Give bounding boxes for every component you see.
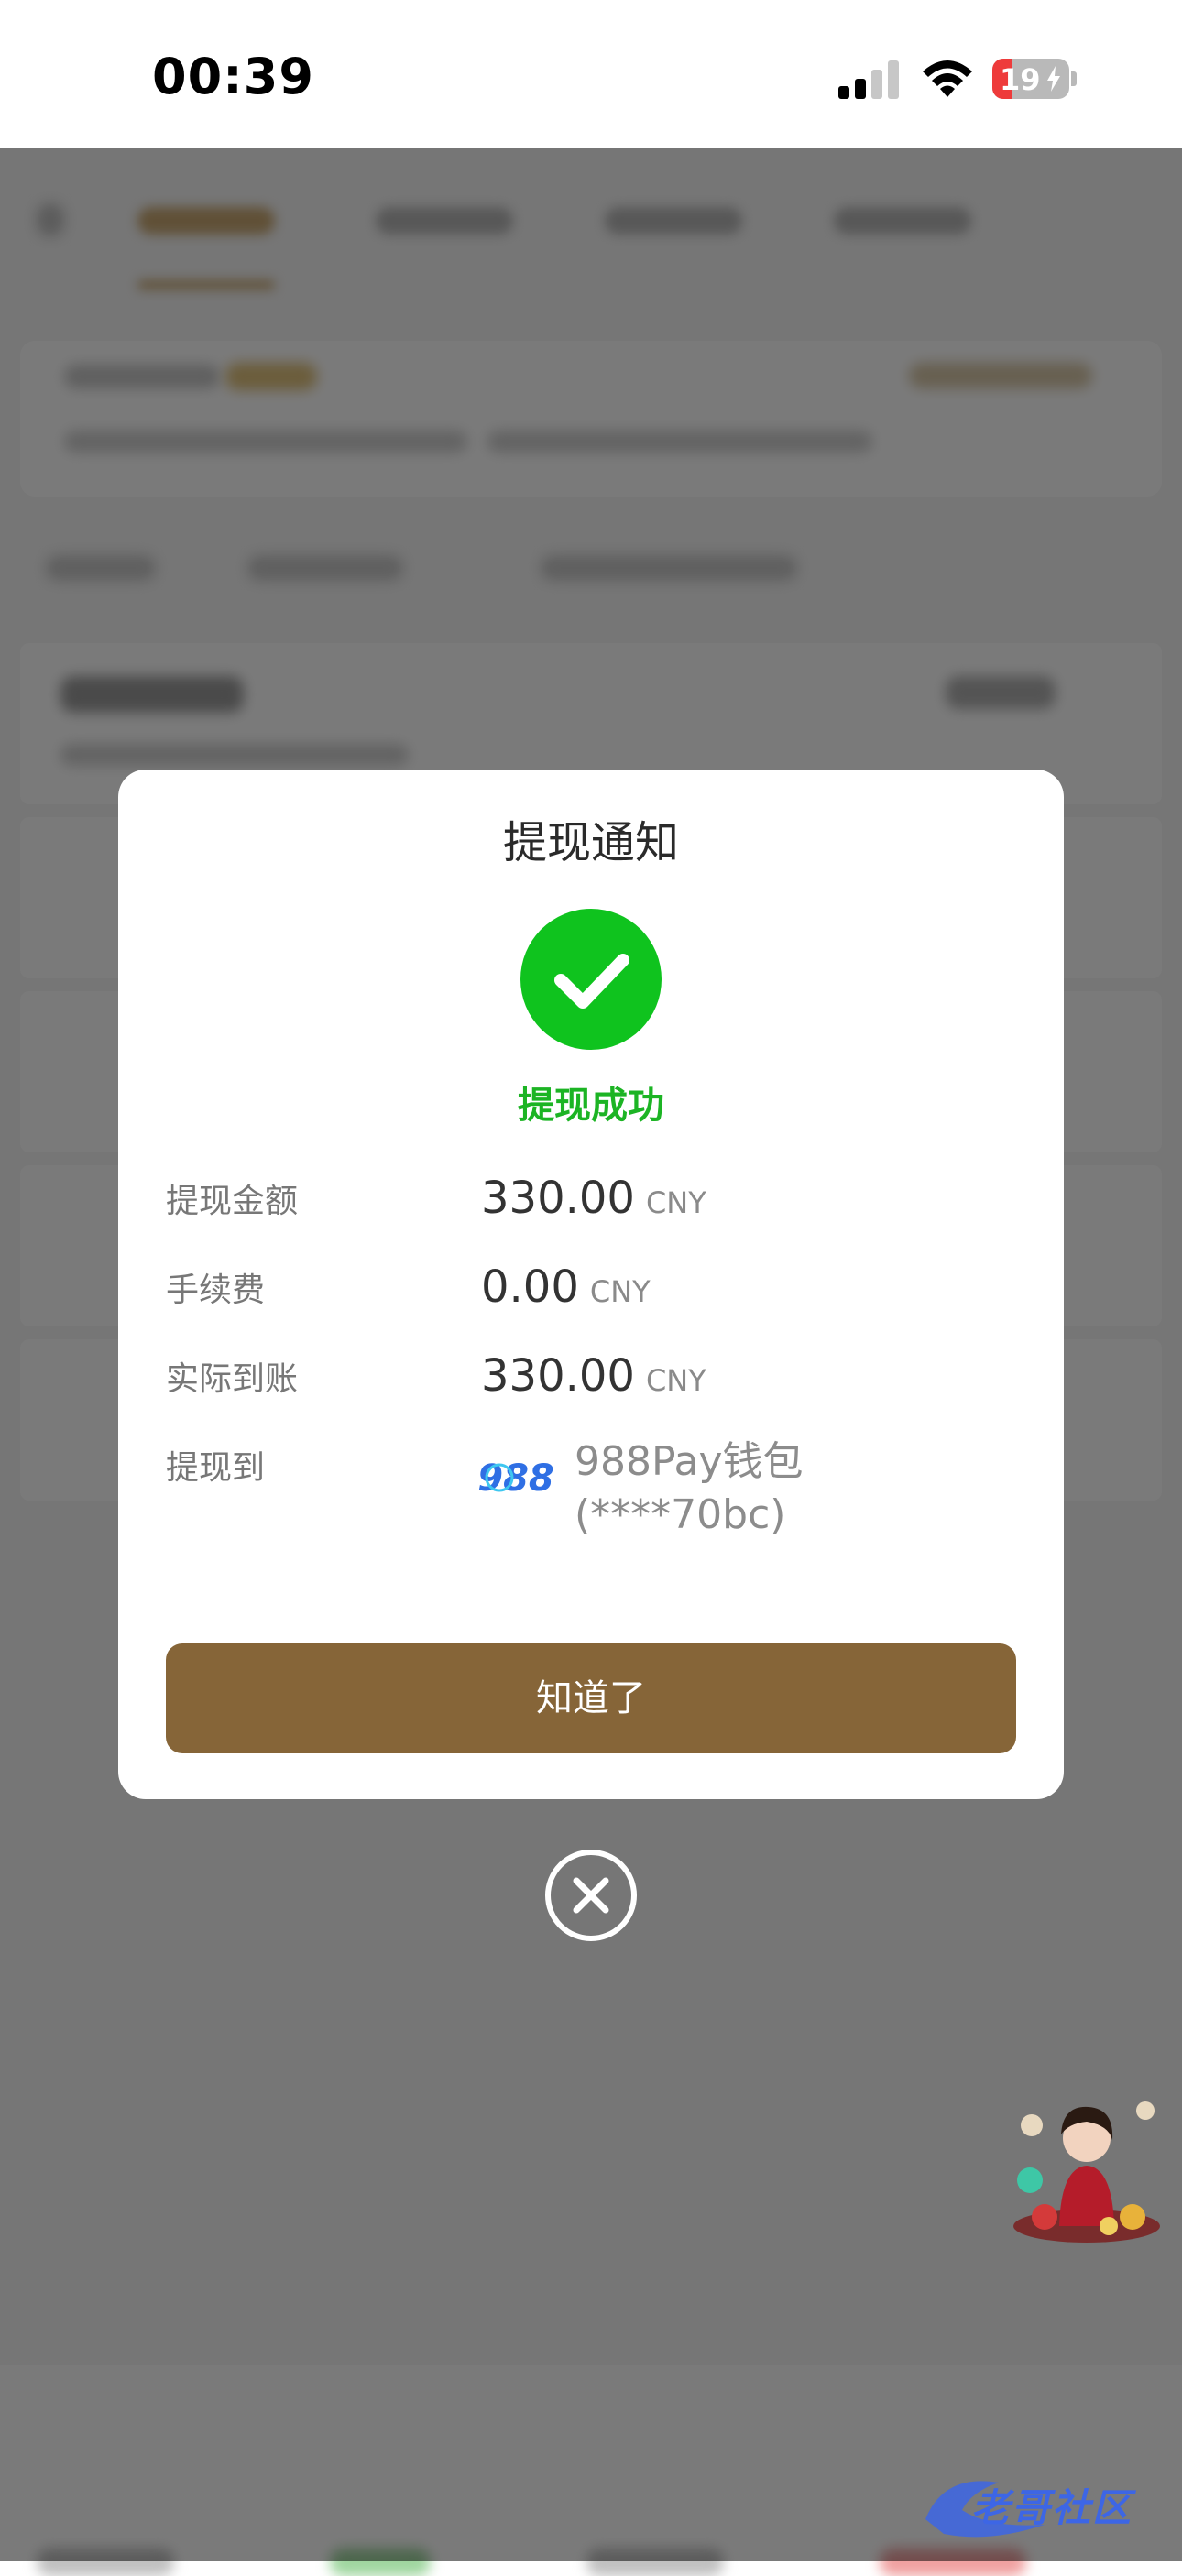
close-icon: [545, 1850, 637, 1941]
promo-floating-avatar[interactable]: [1008, 2089, 1166, 2246]
battery-icon: 19: [992, 59, 1077, 99]
actual-received-label: 实际到账: [166, 1360, 299, 1398]
status-time: 00:39: [152, 48, 314, 105]
dialog-title: 提现通知: [502, 817, 679, 868]
charging-bolt-icon: [1047, 66, 1060, 92]
wallet-account-masked: (****70bc): [575, 1491, 786, 1538]
actual-received-row: 实际到账 330.00 CNY: [166, 1350, 1018, 1425]
battery-level: 19: [1000, 62, 1041, 97]
wifi-icon: [923, 60, 972, 97]
got-it-button[interactable]: 知道了: [166, 1643, 1016, 1753]
close-dialog-button[interactable]: [544, 1849, 638, 1942]
actual-received-value: 330.00 CNY: [481, 1350, 706, 1402]
svg-text:988: 988: [479, 1457, 553, 1500]
withdrawal-amount-row: 提现金额 330.00 CNY: [166, 1173, 1018, 1248]
destination-row: 提现到 988 988Pay钱包 (****70bc): [166, 1438, 1018, 1578]
withdrawal-amount-value: 330.00 CNY: [481, 1173, 706, 1224]
success-status-text: 提现成功: [518, 1085, 664, 1127]
cellular-signal-icon: [838, 60, 901, 99]
watermark-text: 老哥社区: [971, 2485, 1133, 2530]
fee-row: 手续费 0.00 CNY: [166, 1261, 1018, 1337]
988pay-logo-icon: 988: [479, 1457, 553, 1500]
currency-unit: CNY: [589, 1274, 651, 1309]
withdrawal-notice-dialog: 提现通知 提现成功 提现金额 330.00 CNY 手续费 0.00 CNY 实际到…: [118, 770, 1064, 1799]
currency-unit: CNY: [645, 1363, 706, 1398]
currency-unit: CNY: [645, 1185, 706, 1220]
watermark: 老哥社区: [916, 2455, 1182, 2547]
fee-value: 0.00 CNY: [481, 1261, 651, 1313]
withdrawal-amount-label: 提现金额: [166, 1183, 299, 1220]
fee-label: 手续费: [166, 1272, 266, 1309]
success-check-icon: [520, 909, 662, 1050]
destination-label: 提现到: [166, 1449, 266, 1487]
status-bar: 00:39 19: [0, 0, 1182, 148]
wallet-name: 988Pay钱包: [575, 1438, 804, 1485]
